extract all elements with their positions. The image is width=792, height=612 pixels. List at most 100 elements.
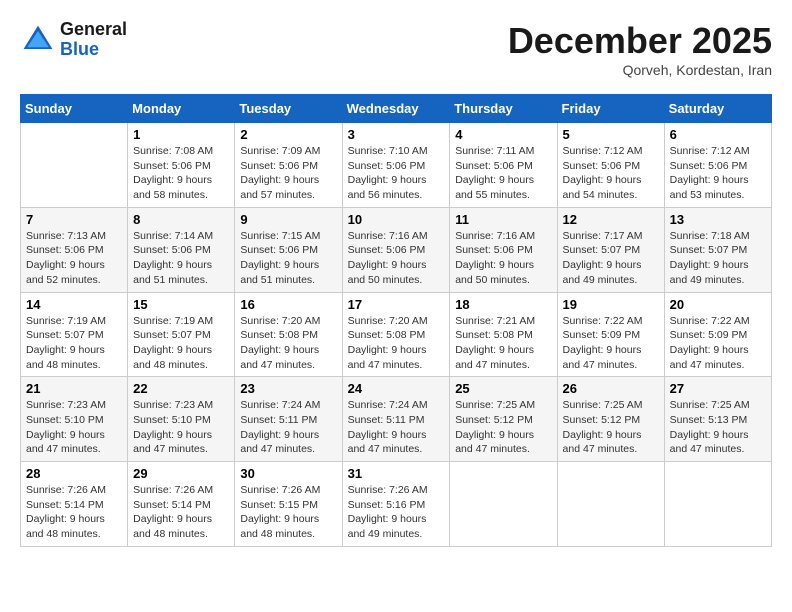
calendar-cell: 9Sunrise: 7:15 AM Sunset: 5:06 PM Daylig… bbox=[235, 207, 342, 292]
day-number: 23 bbox=[240, 381, 336, 396]
calendar-cell: 24Sunrise: 7:24 AM Sunset: 5:11 PM Dayli… bbox=[342, 377, 450, 462]
calendar-cell: 3 Sunrise: 7:10 AM Sunset: 5:06 PM Daylig… bbox=[342, 123, 450, 208]
day-info: Sunrise: 7:23 AM Sunset: 5:10 PM Dayligh… bbox=[26, 398, 122, 457]
logo-general: General bbox=[60, 19, 127, 39]
calendar-cell: 28Sunrise: 7:26 AM Sunset: 5:14 PM Dayli… bbox=[21, 462, 128, 547]
day-info: Sunrise: 7:19 AM Sunset: 5:07 PM Dayligh… bbox=[26, 314, 122, 373]
calendar-cell: 27 Sunrise: 7:25 AM Sunset: 5:13 PM Dayli… bbox=[664, 377, 771, 462]
calendar-cell: 11 Sunrise: 7:16 AM Sunset: 5:06 PM Dayli… bbox=[450, 207, 557, 292]
day-info: Sunrise: 7:12 AM Sunset: 5:06 PM Dayligh… bbox=[670, 144, 766, 203]
day-number: 22 bbox=[133, 381, 229, 396]
day-info: Sunrise: 7:16 AM Sunset: 5:06 PM Dayligh… bbox=[348, 229, 445, 288]
page-header: General Blue December 2025 Qorveh, Korde… bbox=[20, 20, 772, 78]
calendar-cell: 17 Sunrise: 7:20 AM Sunset: 5:08 PM Dayli… bbox=[342, 292, 450, 377]
day-number: 7 bbox=[26, 212, 122, 227]
day-number: 15 bbox=[133, 297, 229, 312]
calendar-cell: 25 Sunrise: 7:25 AM Sunset: 5:12 PM Dayli… bbox=[450, 377, 557, 462]
calendar-cell: 23 Sunrise: 7:24 AM Sunset: 5:11 PM Dayli… bbox=[235, 377, 342, 462]
day-info: Sunrise: 7:26 AM Sunset: 5:16 PM Dayligh… bbox=[348, 483, 445, 542]
day-number: 2 bbox=[240, 127, 336, 142]
week-row-5: 28 Sunrise: 7:26 AM Sunset: 5:14 PM Dayli… bbox=[21, 462, 772, 547]
day-info: Sunrise: 7:14 AM Sunset: 5:06 PM Dayligh… bbox=[133, 229, 229, 288]
weekday-header-tuesday: Tuesday bbox=[235, 95, 342, 123]
logo-icon bbox=[20, 22, 56, 58]
week-row-1: 1Sunrise: 7:08 AM Sunset: 5:06 PM Daylig… bbox=[21, 123, 772, 208]
day-info: Sunrise: 7:26 AM Sunset: 5:14 PM Dayligh… bbox=[133, 483, 229, 542]
day-number: 11 bbox=[455, 212, 551, 227]
month-title: December 2025 bbox=[508, 20, 772, 62]
day-number: 21 bbox=[26, 381, 122, 396]
day-info: Sunrise: 7:21 AM Sunset: 5:08 PM Dayligh… bbox=[455, 314, 551, 373]
day-info: Sunrise: 7:25 AM Sunset: 5:13 PM Dayligh… bbox=[670, 398, 766, 457]
calendar-cell: 14 Sunrise: 7:19 AM Sunset: 5:07 PM Dayli… bbox=[21, 292, 128, 377]
day-info: Sunrise: 7:08 AM Sunset: 5:06 PM Dayligh… bbox=[133, 144, 229, 203]
calendar-table: SundayMondayTuesdayWednesdayThursdayFrid… bbox=[20, 94, 772, 547]
day-number: 13 bbox=[670, 212, 766, 227]
day-info: Sunrise: 7:23 AM Sunset: 5:10 PM Dayligh… bbox=[133, 398, 229, 457]
weekday-header-saturday: Saturday bbox=[664, 95, 771, 123]
calendar-cell: 1Sunrise: 7:08 AM Sunset: 5:06 PM Daylig… bbox=[128, 123, 235, 208]
weekday-header-thursday: Thursday bbox=[450, 95, 557, 123]
day-info: Sunrise: 7:11 AM Sunset: 5:06 PM Dayligh… bbox=[455, 144, 551, 203]
calendar-cell: 8 Sunrise: 7:14 AM Sunset: 5:06 PM Daylig… bbox=[128, 207, 235, 292]
logo: General Blue bbox=[20, 20, 127, 60]
calendar-cell: 6 Sunrise: 7:12 AM Sunset: 5:06 PM Daylig… bbox=[664, 123, 771, 208]
calendar-cell: 5Sunrise: 7:12 AM Sunset: 5:06 PM Daylig… bbox=[557, 123, 664, 208]
location: Qorveh, Kordestan, Iran bbox=[508, 62, 772, 78]
calendar-cell: 29 Sunrise: 7:26 AM Sunset: 5:14 PM Dayli… bbox=[128, 462, 235, 547]
day-info: Sunrise: 7:18 AM Sunset: 5:07 PM Dayligh… bbox=[670, 229, 766, 288]
calendar-cell: 4Sunrise: 7:11 AM Sunset: 5:06 PM Daylig… bbox=[450, 123, 557, 208]
calendar-cell: 10 Sunrise: 7:16 AM Sunset: 5:06 PM Dayli… bbox=[342, 207, 450, 292]
day-info: Sunrise: 7:09 AM Sunset: 5:06 PM Dayligh… bbox=[240, 144, 336, 203]
calendar-cell: 7 Sunrise: 7:13 AM Sunset: 5:06 PM Daylig… bbox=[21, 207, 128, 292]
day-number: 19 bbox=[563, 297, 659, 312]
calendar-cell: 15Sunrise: 7:19 AM Sunset: 5:07 PM Dayli… bbox=[128, 292, 235, 377]
calendar-cell bbox=[664, 462, 771, 547]
calendar-cell bbox=[557, 462, 664, 547]
day-info: Sunrise: 7:25 AM Sunset: 5:12 PM Dayligh… bbox=[563, 398, 659, 457]
day-info: Sunrise: 7:15 AM Sunset: 5:06 PM Dayligh… bbox=[240, 229, 336, 288]
day-info: Sunrise: 7:25 AM Sunset: 5:12 PM Dayligh… bbox=[455, 398, 551, 457]
day-info: Sunrise: 7:24 AM Sunset: 5:11 PM Dayligh… bbox=[240, 398, 336, 457]
day-info: Sunrise: 7:13 AM Sunset: 5:06 PM Dayligh… bbox=[26, 229, 122, 288]
day-info: Sunrise: 7:17 AM Sunset: 5:07 PM Dayligh… bbox=[563, 229, 659, 288]
day-number: 17 bbox=[348, 297, 445, 312]
weekday-header-monday: Monday bbox=[128, 95, 235, 123]
day-info: Sunrise: 7:22 AM Sunset: 5:09 PM Dayligh… bbox=[670, 314, 766, 373]
day-number: 14 bbox=[26, 297, 122, 312]
day-number: 10 bbox=[348, 212, 445, 227]
weekday-header-sunday: Sunday bbox=[21, 95, 128, 123]
day-info: Sunrise: 7:20 AM Sunset: 5:08 PM Dayligh… bbox=[240, 314, 336, 373]
calendar-cell bbox=[21, 123, 128, 208]
day-number: 6 bbox=[670, 127, 766, 142]
day-info: Sunrise: 7:22 AM Sunset: 5:09 PM Dayligh… bbox=[563, 314, 659, 373]
calendar-cell: 2 Sunrise: 7:09 AM Sunset: 5:06 PM Daylig… bbox=[235, 123, 342, 208]
day-number: 27 bbox=[670, 381, 766, 396]
calendar-cell: 30Sunrise: 7:26 AM Sunset: 5:15 PM Dayli… bbox=[235, 462, 342, 547]
day-number: 29 bbox=[133, 466, 229, 481]
day-number: 25 bbox=[455, 381, 551, 396]
week-row-2: 7 Sunrise: 7:13 AM Sunset: 5:06 PM Daylig… bbox=[21, 207, 772, 292]
day-info: Sunrise: 7:10 AM Sunset: 5:06 PM Dayligh… bbox=[348, 144, 445, 203]
day-number: 16 bbox=[240, 297, 336, 312]
week-row-4: 21 Sunrise: 7:23 AM Sunset: 5:10 PM Dayli… bbox=[21, 377, 772, 462]
weekday-header-wednesday: Wednesday bbox=[342, 95, 450, 123]
calendar-cell: 26 Sunrise: 7:25 AM Sunset: 5:12 PM Dayli… bbox=[557, 377, 664, 462]
calendar-cell: 12Sunrise: 7:17 AM Sunset: 5:07 PM Dayli… bbox=[557, 207, 664, 292]
day-info: Sunrise: 7:16 AM Sunset: 5:06 PM Dayligh… bbox=[455, 229, 551, 288]
day-info: Sunrise: 7:24 AM Sunset: 5:11 PM Dayligh… bbox=[348, 398, 445, 457]
week-row-3: 14 Sunrise: 7:19 AM Sunset: 5:07 PM Dayli… bbox=[21, 292, 772, 377]
calendar-cell: 22 Sunrise: 7:23 AM Sunset: 5:10 PM Dayli… bbox=[128, 377, 235, 462]
calendar-cell: 16 Sunrise: 7:20 AM Sunset: 5:08 PM Dayli… bbox=[235, 292, 342, 377]
day-number: 26 bbox=[563, 381, 659, 396]
logo-blue: Blue bbox=[60, 39, 99, 59]
logo-text: General Blue bbox=[60, 20, 127, 60]
day-number: 30 bbox=[240, 466, 336, 481]
calendar-cell: 18 Sunrise: 7:21 AM Sunset: 5:08 PM Dayli… bbox=[450, 292, 557, 377]
day-number: 3 bbox=[348, 127, 445, 142]
calendar-cell: 13 Sunrise: 7:18 AM Sunset: 5:07 PM Dayli… bbox=[664, 207, 771, 292]
day-info: Sunrise: 7:20 AM Sunset: 5:08 PM Dayligh… bbox=[348, 314, 445, 373]
day-number: 8 bbox=[133, 212, 229, 227]
day-number: 18 bbox=[455, 297, 551, 312]
day-number: 28 bbox=[26, 466, 122, 481]
